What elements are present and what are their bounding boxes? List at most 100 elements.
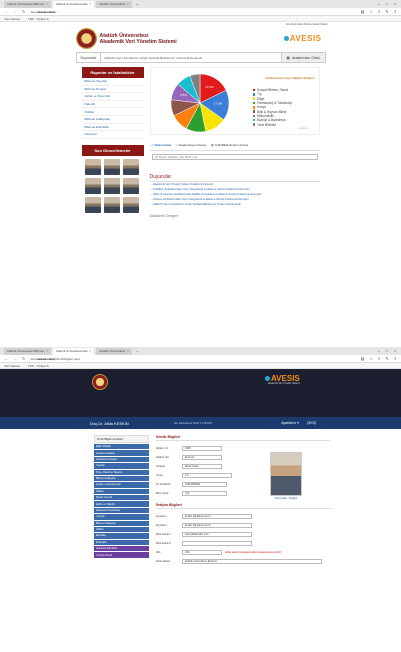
announcement-item[interactable]: › AVESIS Yayın Kayıtlarının Ortak Yazıla…	[150, 202, 320, 207]
field-input[interactable]: 13524569821	[182, 481, 227, 488]
browser-tab[interactable]: Atatürk Üniversitesi Bilimsel ×	[4, 347, 51, 355]
profile-photo[interactable]	[84, 196, 101, 213]
reading-view-icon[interactable]: ▤	[361, 9, 365, 14]
sidebar-item[interactable]: Etkinlikler	[94, 533, 149, 539]
favorite-link[interactable]: Yeni Sekme	[4, 364, 20, 368]
minimize-icon[interactable]: –	[378, 2, 380, 6]
close-icon[interactable]: ×	[89, 2, 91, 6]
field-input[interactable]: keskin 1@atauni.edu.tr	[182, 513, 252, 520]
favorite-star-icon[interactable]: ☆	[369, 9, 373, 14]
close-icon[interactable]: ×	[89, 349, 91, 353]
report-link[interactable]: Bilimsel Projeler	[81, 86, 144, 94]
reading-view-icon[interactable]: ▤	[361, 356, 365, 361]
sidebar-item[interactable]: Akademik Unvanlar	[94, 456, 149, 463]
browser-tab[interactable]: Atatürk Üniversitesi Bilimsel ×	[4, 0, 51, 8]
profile-photo[interactable]	[103, 158, 120, 175]
sidebar-item[interactable]: Bilimsel Faaliyetler	[94, 520, 149, 526]
field-input[interactable]: Atatürk Üniversitesi, Erzurum	[182, 558, 322, 565]
close-icon[interactable]: ×	[127, 2, 129, 6]
field-input[interactable]: Yok	[182, 490, 227, 497]
close-icon[interactable]: ×	[46, 2, 48, 6]
university-seal-logo[interactable]	[92, 374, 108, 390]
field-input[interactable]: Erzurum	[182, 454, 222, 461]
researcher-login-button[interactable]: ▦ Araştırmacı Girişi	[280, 53, 325, 62]
favorite-link[interactable]: TDK - Türkçe S.	[28, 364, 49, 368]
sidebar-item[interactable]: Bilimsel Faaliyetler	[94, 475, 149, 482]
field-input[interactable]: www.atillakeskin.com	[182, 531, 252, 538]
photo-change-link[interactable]: Resmi Ekle / Değiştir	[275, 497, 297, 500]
sidebar-item[interactable]: Akademik Üniversiteler	[94, 507, 149, 514]
hub-icon[interactable]: ≡	[378, 9, 380, 14]
back-icon[interactable]: ←	[4, 356, 8, 361]
close-window-icon[interactable]: ×	[394, 349, 396, 353]
avesis-logo[interactable]: AVESIS Akademik Veri Yönetim Sistemi	[265, 374, 300, 385]
profile-photo[interactable]	[270, 452, 302, 496]
forward-icon[interactable]: →	[13, 356, 17, 361]
field-input[interactable]: 150	[182, 549, 222, 556]
browser-tab[interactable]: Atatürk Üniversitesi Aka ×	[52, 347, 95, 355]
profile-photo[interactable]	[84, 158, 101, 175]
sidebar-item[interactable]: E-Dergiler	[94, 539, 149, 545]
report-link[interactable]: Ödüller	[81, 108, 144, 116]
browser-tab[interactable]: Atatürk Üniversitesi ×	[96, 0, 132, 8]
legend-item[interactable]: Yerel Bilimleri	[252, 122, 292, 127]
chart-pager[interactable]: ‹ ● ● ● ›	[298, 126, 309, 130]
close-icon[interactable]: ×	[127, 349, 129, 353]
sidebar-item[interactable]: Yayınlar	[94, 514, 149, 520]
university-seal-logo[interactable]	[75, 28, 97, 49]
favorite-link[interactable]: TDK - Türkçe S.	[28, 17, 49, 21]
notes-icon[interactable]: ✎	[385, 356, 388, 361]
profile-photo[interactable]	[103, 177, 120, 194]
report-link[interactable]: Atıflar ve Tanınırlık	[81, 93, 144, 101]
field-input[interactable]	[182, 540, 252, 547]
profile-photo[interactable]	[122, 177, 139, 194]
back-icon[interactable]: ←	[4, 9, 8, 14]
tab-yetki-arama[interactable]: ⌕ Yetki Arama	[152, 143, 172, 147]
field-input[interactable]: keskin 2@atauni.edu.tr	[182, 522, 252, 529]
sidebar-title[interactable]: Kimlik Bilgileri & İletişim	[94, 435, 149, 443]
favorite-link[interactable]: Yeni Sekme	[4, 17, 20, 21]
sidebar-item[interactable]: Proje, Patent ve Tasarım	[94, 469, 149, 475]
top-links[interactable]: Ana Sayfa Sıkça Sorulan Sorular İletişim	[286, 24, 327, 26]
favorite-star-icon[interactable]: ☆	[369, 356, 373, 361]
profile-photo[interactable]	[103, 196, 120, 213]
report-link[interactable]: Bilimsel Yayınlar	[81, 78, 144, 86]
close-window-icon[interactable]: ×	[394, 2, 396, 6]
share-icon[interactable]: ⇪	[394, 9, 397, 14]
report-link[interactable]: Patentli	[81, 101, 144, 109]
browser-tab[interactable]: Atatürk Üniversitesi Aka ×	[52, 0, 95, 8]
sidebar-item[interactable]: Yayınlar	[94, 463, 149, 469]
field-input[interactable]: T.C.	[182, 472, 232, 479]
sidebar-item[interactable]: Araştırma Alanları	[94, 450, 149, 456]
sidebar-item[interactable]: Ödüller	[94, 488, 149, 494]
notes-icon[interactable]: ✎	[385, 9, 388, 14]
sidebar-item[interactable]: Eğitim Bilgileri	[94, 444, 149, 450]
field-input[interactable]: 1968	[182, 445, 222, 452]
new-tab-icon[interactable]: +	[134, 2, 141, 7]
sidebar-item[interactable]: Akademik Etkinlikler	[94, 546, 149, 552]
search-input[interactable]: Ad Soyad, Fakülte, Ünit, Bölüm vd.	[151, 154, 318, 160]
maximize-icon[interactable]: □	[386, 349, 388, 353]
url-field[interactable]: www.atauni.edu.tr/	[30, 10, 355, 14]
field-input[interactable]: Erkek Kadın	[182, 463, 222, 470]
forward-icon[interactable]: →	[13, 9, 17, 14]
sidebar-item[interactable]: Ödüller	[94, 526, 149, 533]
report-link[interactable]: Personel	[81, 131, 144, 139]
report-link[interactable]: Bilimsel Etkinlikler	[81, 124, 144, 132]
profile-photo[interactable]	[122, 158, 139, 175]
sidebar-item[interactable]: Yönetim Paneli	[94, 552, 149, 558]
sidebar-item[interactable]: Kişisel Yetenek	[94, 495, 149, 501]
profile-photo[interactable]	[84, 177, 101, 194]
hub-icon[interactable]: ≡	[378, 356, 380, 361]
profile-photo[interactable]	[122, 196, 139, 213]
close-icon[interactable]: ×	[46, 349, 48, 353]
sidebar-item[interactable]: Eğitim ve Öğretim	[94, 501, 149, 507]
tab-akademisyen-arama[interactable]: ⌕ Akademisyen Arama	[176, 143, 206, 147]
new-tab-icon[interactable]: +	[134, 349, 141, 354]
refresh-icon[interactable]: ↻	[22, 356, 25, 361]
minimize-icon[interactable]: –	[378, 349, 380, 353]
share-icon[interactable]: ⇪	[394, 356, 397, 361]
settings-menu[interactable]: Ayarlarım ▾	[281, 421, 299, 425]
report-link[interactable]: Bilimsel Faaliyetler	[81, 116, 144, 124]
logout-link[interactable]: ÇIKIŞ	[307, 421, 316, 425]
